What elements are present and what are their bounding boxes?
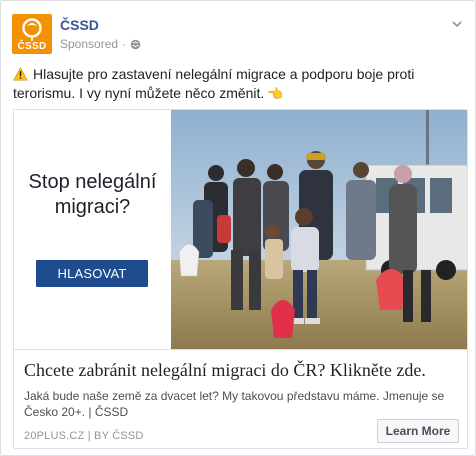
creative-headline: Stop nelegální migraci?: [28, 171, 157, 218]
pointing-hand-icon: 👈: [267, 86, 284, 101]
logo-text: ČSSD: [17, 41, 47, 52]
learn-more-button[interactable]: Learn More: [377, 419, 459, 443]
migrants-photo[interactable]: [171, 110, 468, 349]
sponsored-post-card: ČSSD ČSSD Sponsored · Hlasujte pro zasta…: [0, 0, 476, 456]
link-attachment[interactable]: Stop nelegální migraci? HLASOVAT Chcete …: [13, 109, 468, 449]
vote-button[interactable]: HLASOVAT: [36, 260, 148, 287]
post-message: Hlasujte pro zastavení nelegální migrace…: [13, 65, 463, 103]
page-name-link[interactable]: ČSSD: [60, 17, 99, 33]
post-message-text: Hlasujte pro zastavení nelegální migrace…: [13, 66, 415, 101]
link-domain: 20PLUS.CZ | BY ČSSD: [24, 430, 144, 442]
post-header: ČSSD ČSSD Sponsored ·: [12, 11, 466, 55]
chevron-down-icon[interactable]: [450, 17, 464, 31]
ad-creative[interactable]: Stop nelegální migraci? HLASOVAT: [14, 110, 468, 349]
post-meta: Sponsored ·: [60, 37, 141, 51]
sponsored-label[interactable]: Sponsored: [60, 37, 118, 51]
page-logo[interactable]: ČSSD: [12, 14, 52, 54]
link-caption[interactable]: Chcete zabránit nelegální migraci do ČR?…: [14, 349, 467, 448]
link-title[interactable]: Chcete zabránit nelegální migraci do ČR?…: [24, 360, 462, 381]
link-description: Jaká bude naše země za dvacet let? My ta…: [24, 389, 445, 419]
globe-icon: [130, 39, 141, 49]
warning-icon: [13, 67, 28, 81]
creative-text-panel: Stop nelegální migraci? HLASOVAT: [14, 110, 171, 349]
meta-separator: ·: [122, 37, 127, 51]
